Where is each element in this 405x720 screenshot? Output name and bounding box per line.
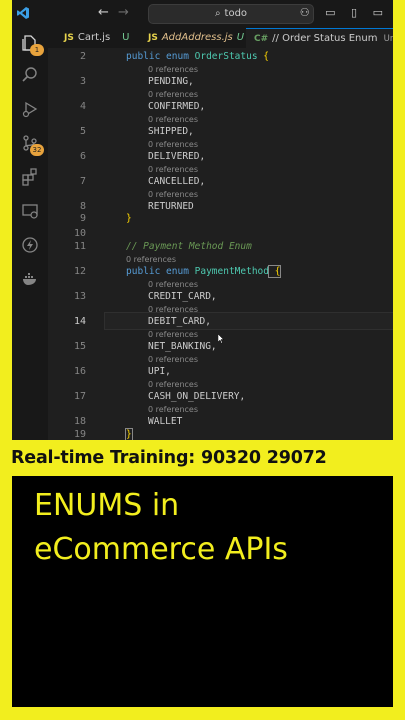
forward-arrow-icon[interactable]: →	[118, 5, 129, 20]
codelens-references[interactable]: 0 references	[126, 255, 176, 264]
csharp-file-icon: C#	[254, 34, 269, 44]
codelens-references[interactable]: 0 references	[148, 305, 198, 314]
type-name: OrderStatus	[194, 51, 258, 62]
editor-tabs: JS Cart.js U JS AddAddress.js U C#// Order S…	[48, 28, 393, 49]
docker-icon[interactable]	[20, 270, 40, 290]
line-content: PENDING,	[148, 76, 194, 87]
line-content: CANCELLED,	[148, 176, 206, 187]
line-content: public enum PaymentMethod {	[126, 265, 282, 278]
back-arrow-icon[interactable]: ←	[98, 5, 109, 20]
codelens-references[interactable]: 0 references	[148, 280, 198, 289]
brace: {	[257, 51, 270, 62]
source-control-badge: 32	[30, 144, 44, 156]
search-view-icon[interactable]	[20, 66, 40, 86]
line-number: 8	[79, 201, 86, 212]
activity-bar: 1 32	[12, 28, 48, 440]
closing-brace: }	[126, 213, 132, 224]
headline: ENUMS in eCommerce APIs	[34, 484, 288, 572]
headline-line-2: eCommerce APIs	[34, 532, 288, 567]
tab-label: Cart.js	[77, 32, 111, 43]
line-number: 19	[73, 429, 86, 440]
line-content: DELIVERED,	[148, 151, 206, 162]
remote-explorer-icon[interactable]	[20, 202, 40, 222]
line-number: 10	[73, 228, 86, 239]
line-number: 18	[73, 416, 86, 427]
codelens-references[interactable]: 0 references	[148, 165, 198, 174]
line-number: 6	[79, 151, 86, 162]
line-content: WALLET	[148, 416, 183, 427]
line-number: 15	[73, 341, 86, 352]
tab-label: // Order Status Enum	[272, 33, 378, 44]
line-content: CASH_ON_DELIVERY,	[148, 391, 246, 402]
tab-description: Untitled-1	[383, 34, 393, 44]
brace: {	[267, 265, 282, 278]
codelens-references[interactable]: 0 references	[148, 330, 198, 339]
codelens-references[interactable]: 0 references	[148, 405, 198, 414]
mouse-pointer-icon	[218, 334, 224, 344]
closing-brace: }	[125, 428, 133, 440]
tab-addaddress-js[interactable]: JS AddAddress.js U	[148, 28, 244, 48]
line-number: 3	[79, 76, 86, 87]
line-number: 5	[79, 126, 86, 137]
line-content: RETURNED	[148, 201, 194, 212]
headline-line-1: ENUMS in	[34, 488, 180, 523]
line-number: 12	[73, 266, 86, 277]
codelens-references[interactable]: 0 references	[148, 140, 198, 149]
explorer-badge: 1	[30, 44, 44, 56]
tab-status: U	[122, 32, 130, 43]
line-content: public enum OrderStatus {	[126, 51, 269, 62]
tab-status: U	[236, 32, 245, 43]
lightning-icon[interactable]	[20, 236, 40, 256]
line-number: 11	[73, 241, 86, 252]
line-number: 4	[79, 101, 86, 112]
headline-panel: ENUMS in eCommerce APIs	[12, 476, 393, 707]
tab-order-status-enum[interactable]: C#// Order Status Enum Untitled-1	[246, 28, 393, 49]
run-debug-icon[interactable]	[20, 100, 40, 120]
extensions-icon[interactable]	[20, 168, 40, 188]
line-content: CONFIRMED,	[148, 101, 206, 112]
js-file-icon: JS	[64, 33, 74, 43]
training-banner: Real-time Training: 90320 29072	[0, 440, 405, 476]
line-number: 7	[79, 176, 86, 187]
line-number: 16	[73, 366, 86, 377]
command-center-search[interactable]: ⌕ todo	[148, 4, 314, 24]
line-number: 13	[73, 291, 86, 302]
explorer-icon[interactable]: 1	[20, 34, 44, 56]
search-icon: ⌕	[214, 8, 221, 19]
title-bar: ← → ⌕ todo ⚇ ▭ ▯ ▭	[12, 0, 393, 28]
line-number: 2	[79, 51, 86, 62]
banner-text: Real-time Training: 90320 29072	[11, 448, 327, 468]
line-content: DEBIT_CARD,	[148, 316, 211, 327]
codelens-references[interactable]: 0 references	[148, 90, 198, 99]
line-number: 17	[73, 391, 86, 402]
codelens-references[interactable]: 0 references	[148, 65, 198, 74]
line-content: SHIPPED,	[148, 126, 194, 137]
line-content: UPI,	[148, 366, 171, 377]
search-text: todo	[224, 8, 248, 19]
tab-cart-js[interactable]: JS Cart.js U	[64, 28, 129, 48]
codelens-references[interactable]: 0 references	[148, 115, 198, 124]
line-content: CREDIT_CARD,	[148, 291, 217, 302]
js-file-icon: JS	[148, 33, 158, 43]
codelens-references[interactable]: 0 references	[148, 380, 198, 389]
type-name: PaymentMethod	[194, 266, 269, 277]
source-control-icon[interactable]: 32	[20, 134, 44, 156]
codelens-references[interactable]: 0 references	[148, 190, 198, 199]
layout-controls[interactable]: ⚇ ▭ ▯ ▭	[300, 6, 389, 19]
line-content: NET_BANKING,	[148, 341, 217, 352]
codelens-references[interactable]: 0 references	[148, 355, 198, 364]
tab-label: AddAddress.js	[161, 32, 233, 43]
keyword: public enum	[126, 51, 195, 62]
vscode-logo-icon[interactable]	[16, 6, 30, 20]
keyword: public enum	[126, 266, 195, 277]
line-number: 9	[79, 213, 86, 224]
comment: // Payment Method Enum	[126, 241, 252, 252]
code-editor[interactable]: 2 public enum OrderStatus { 0 references…	[48, 48, 393, 440]
vscode-window: ← → ⌕ todo ⚇ ▭ ▯ ▭ 1 32 JS Cart.js U JS …	[12, 0, 393, 440]
line-number: 14	[73, 316, 86, 327]
